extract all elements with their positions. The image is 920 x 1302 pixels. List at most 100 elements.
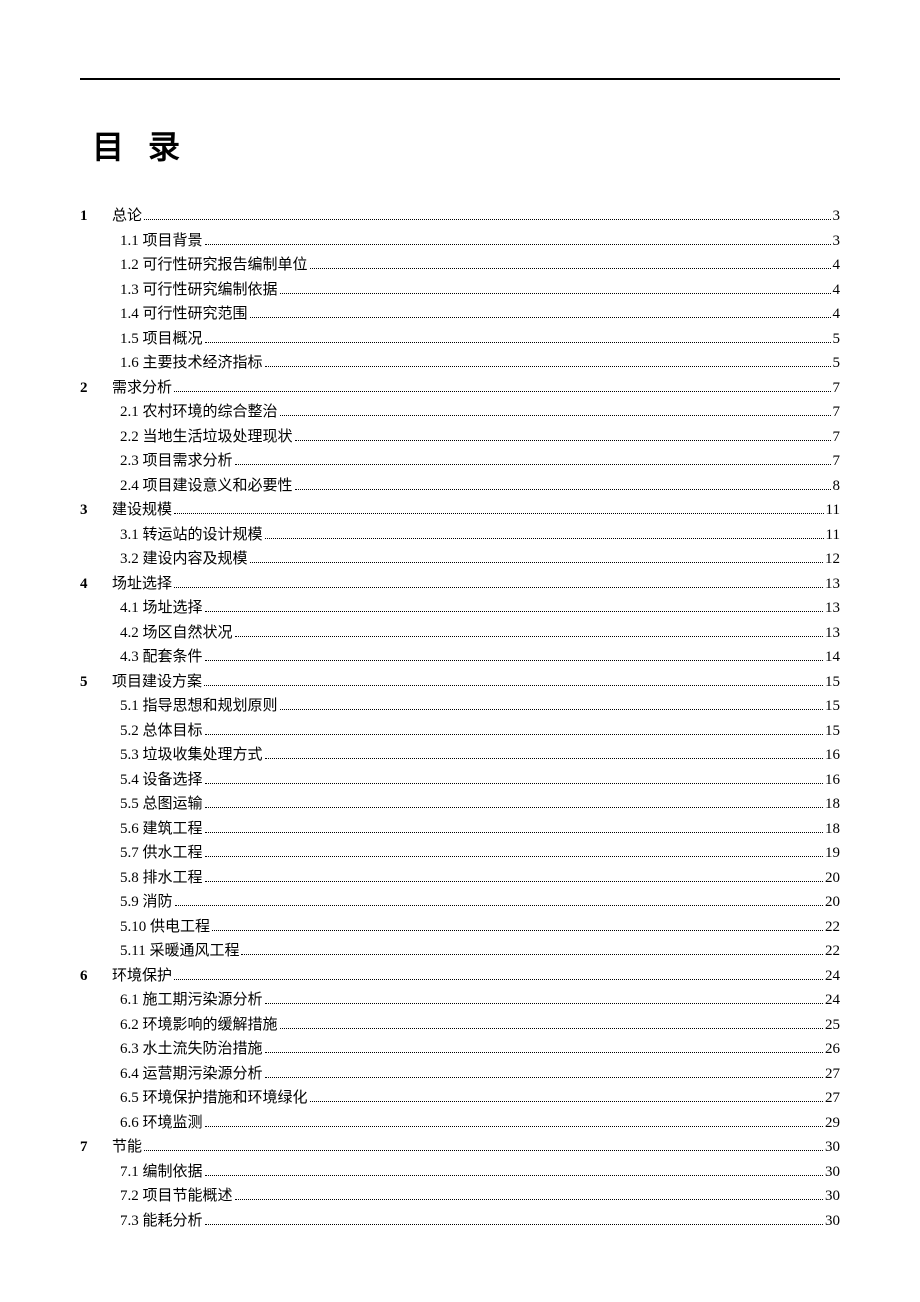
toc-entry-label: 5.1 指导思想和规划原则 (120, 694, 278, 718)
toc-page-number: 11 (826, 498, 840, 522)
toc-leader-dots (265, 366, 831, 367)
toc-entry-label: 2.2 当地生活垃圾处理现状 (120, 425, 293, 449)
toc-page-number: 15 (825, 719, 840, 743)
toc-leader-dots (265, 1003, 823, 1004)
toc-page-number: 30 (825, 1184, 840, 1208)
toc-section-row: 5.1 指导思想和规划原则 15 (80, 694, 840, 718)
toc-page-number: 27 (825, 1086, 840, 1110)
toc-page-number: 7 (833, 425, 841, 449)
toc-leader-dots (295, 440, 831, 441)
toc-leader-dots (205, 783, 823, 784)
toc-leader-dots (280, 1028, 823, 1029)
toc-entry-label: 4.2 场区自然状况 (120, 621, 233, 645)
toc-section-row: 2.3 项目需求分析7 (80, 449, 840, 473)
toc-page-number: 4 (833, 278, 841, 302)
toc-section-row: 6.5 环境保护措施和环境绿化 27 (80, 1086, 840, 1110)
toc-section-row: 1.1 项目背景3 (80, 229, 840, 253)
toc-chapter-row: 6环境保护24 (80, 964, 840, 988)
toc-leader-dots (205, 734, 823, 735)
toc-entry-label: 需求分析 (112, 376, 172, 400)
toc-chapter-number: 3 (80, 498, 112, 522)
toc-page-number: 18 (825, 792, 840, 816)
toc-page-number: 22 (825, 915, 840, 939)
toc-section-row: 5.6 建筑工程18 (80, 817, 840, 841)
toc-section-row: 4.3 配套条件 14 (80, 645, 840, 669)
toc-leader-dots (205, 881, 823, 882)
toc-leader-dots (205, 856, 823, 857)
toc-section-row: 5.2 总体目标15 (80, 719, 840, 743)
toc-leader-dots (205, 244, 831, 245)
toc-page-number: 8 (833, 474, 841, 498)
toc-leader-dots (144, 1150, 823, 1151)
toc-section-row: 7.3 能耗分析30 (80, 1209, 840, 1233)
toc-entry-label: 3.1 转运站的设计规模 (120, 523, 263, 547)
toc-chapter-number: 1 (80, 204, 112, 228)
toc-leader-dots (310, 268, 831, 269)
toc-leader-dots (205, 807, 823, 808)
toc-leader-dots (175, 905, 823, 906)
toc-section-row: 7.1 编制依据30 (80, 1160, 840, 1184)
toc-section-row: 5.9 消防20 (80, 890, 840, 914)
toc-entry-label: 6.2 环境影响的缓解措施 (120, 1013, 278, 1037)
toc-section-row: 5.5 总图运输18 (80, 792, 840, 816)
toc-leader-dots (205, 1224, 823, 1225)
toc-section-row: 2.2 当地生活垃圾处理现状 7 (80, 425, 840, 449)
toc-entry-label: 项目建设方案 (112, 670, 202, 694)
toc-section-row: 5.3 垃圾收集处理方式16 (80, 743, 840, 767)
page-title: 目录 (92, 122, 840, 168)
toc-entry-label: 5.8 排水工程 (120, 866, 203, 890)
toc-entry-label: 节能 (112, 1135, 142, 1159)
toc-entry-label: 场址选择 (112, 572, 172, 596)
toc-entry-label: 1.3 可行性研究编制依据 (120, 278, 278, 302)
toc-entry-label: 5.11 采暖通风工程 (120, 939, 239, 963)
toc-page-number: 4 (833, 253, 841, 277)
toc-page-number: 14 (825, 645, 840, 669)
toc-leader-dots (205, 1175, 823, 1176)
toc-leader-dots (205, 342, 831, 343)
toc-entry-label: 7.2 项目节能概述 (120, 1184, 233, 1208)
toc-leader-dots (174, 513, 824, 514)
toc-page-number: 5 (833, 327, 841, 351)
toc-leader-dots (241, 954, 823, 955)
toc-entry-label: 5.4 设备选择 (120, 768, 203, 792)
toc-entry-label: 1.5 项目概况 (120, 327, 203, 351)
toc-section-row: 4.2 场区自然状况 13 (80, 621, 840, 645)
toc-section-row: 6.1 施工期污染源分析24 (80, 988, 840, 1012)
toc-leader-dots (174, 391, 830, 392)
toc-entry-label: 6.1 施工期污染源分析 (120, 988, 263, 1012)
toc-chapter-number: 5 (80, 670, 112, 694)
toc-leader-dots (295, 489, 831, 490)
toc-page-number: 25 (825, 1013, 840, 1037)
toc-entry-label: 3.2 建设内容及规模 (120, 547, 248, 571)
toc-page-number: 15 (825, 694, 840, 718)
toc-leader-dots (280, 709, 823, 710)
toc-page-number: 3 (833, 204, 841, 228)
toc-entry-label: 1.4 可行性研究范围 (120, 302, 248, 326)
toc-entry-label: 4.3 配套条件 (120, 645, 203, 669)
toc-chapter-row: 2需求分析7 (80, 376, 840, 400)
toc-leader-dots (235, 636, 823, 637)
toc-page-number: 16 (825, 768, 840, 792)
toc-leader-dots (265, 538, 824, 539)
toc-entry-label: 2.1 农村环境的综合整治 (120, 400, 278, 424)
toc-section-row: 3.1 转运站的设计规模 11 (80, 523, 840, 547)
toc-entry-label: 2.3 项目需求分析 (120, 449, 233, 473)
toc-entry-label: 6.6 环境监测 (120, 1111, 203, 1135)
toc-page-number: 11 (826, 523, 840, 547)
toc-entry-label: 6.5 环境保护措施和环境绿化 (120, 1086, 308, 1110)
toc-page-number: 30 (825, 1209, 840, 1233)
table-of-contents: 1总论31.1 项目背景31.2 可行性研究报告编制单位41.3 可行性研究编制… (80, 204, 840, 1233)
toc-section-row: 1.4 可行性研究范围4 (80, 302, 840, 326)
toc-page-number: 13 (825, 621, 840, 645)
toc-entry-label: 5.7 供水工程 (120, 841, 203, 865)
toc-entry-label: 5.6 建筑工程 (120, 817, 203, 841)
toc-page-number: 5 (833, 351, 841, 375)
toc-section-row: 7.2 项目节能概述 30 (80, 1184, 840, 1208)
toc-leader-dots (204, 685, 823, 686)
toc-leader-dots (265, 1052, 823, 1053)
toc-page-number: 7 (833, 400, 841, 424)
toc-page-number: 30 (825, 1160, 840, 1184)
toc-page-number: 19 (825, 841, 840, 865)
toc-leader-dots (205, 660, 823, 661)
toc-page-number: 22 (825, 939, 840, 963)
